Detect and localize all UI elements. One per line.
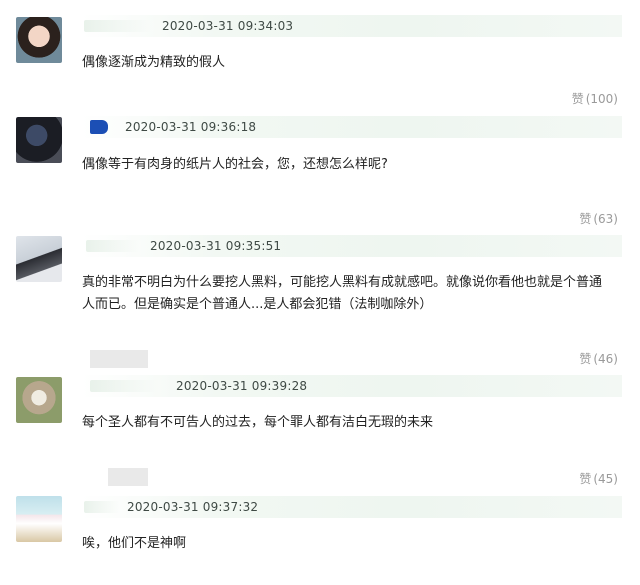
comment-timestamp: 2020-03-31 09:37:32 xyxy=(127,500,259,514)
like-button[interactable]: 赞 (46) xyxy=(579,350,618,368)
comment-timestamp: 2020-03-31 09:35:51 xyxy=(150,239,282,253)
comment-timestamp: 2020-03-31 09:39:28 xyxy=(176,379,308,393)
comment-text: 每个圣人都有不可告人的过去，每个罪人都有洁白无瑕的未来 xyxy=(82,415,434,430)
avatar[interactable] xyxy=(16,377,62,423)
username-redacted xyxy=(90,380,160,392)
username-redacted xyxy=(86,240,141,252)
like-count: (63) xyxy=(593,212,618,226)
like-label: 赞 xyxy=(579,212,592,226)
username-redacted xyxy=(90,350,148,368)
like-label: 赞 xyxy=(579,472,592,486)
like-count: (46) xyxy=(593,352,618,366)
like-button[interactable]: 赞 (100) xyxy=(572,90,618,108)
avatar[interactable] xyxy=(16,117,62,163)
like-count: (100) xyxy=(585,92,618,106)
username-redacted xyxy=(84,501,120,513)
avatar[interactable] xyxy=(16,236,62,282)
comment-text: 偶像逐渐成为精致的假人 xyxy=(82,55,226,70)
comment-header xyxy=(82,375,622,397)
username-redacted xyxy=(90,120,108,134)
like-count: (45) xyxy=(593,472,618,486)
comment-text: 唉，他们不是神啊 xyxy=(82,536,187,551)
like-button[interactable]: 赞 (63) xyxy=(579,210,618,228)
comment-timestamp: 2020-03-31 09:34:03 xyxy=(162,19,294,33)
avatar[interactable] xyxy=(16,17,62,63)
avatar[interactable] xyxy=(16,496,62,542)
comment-text: 偶像等于有肉身的纸片人的社会，您，还想怎么样呢? xyxy=(82,157,388,172)
like-label: 赞 xyxy=(579,352,592,366)
comment-text: 真的非常不明白为什么要挖人黑料，可能挖人黑料有成就感吧。就像说你看他也就是个普通 xyxy=(82,275,603,290)
comment-timestamp: 2020-03-31 09:36:18 xyxy=(125,120,257,134)
comment-text: 人而已。但是确实是个普通人...是人都会犯错（法制咖除外） xyxy=(82,297,433,312)
username-redacted xyxy=(108,468,148,486)
username-redacted xyxy=(84,20,154,32)
like-button[interactable]: 赞 (45) xyxy=(579,470,618,488)
like-label: 赞 xyxy=(571,92,584,106)
